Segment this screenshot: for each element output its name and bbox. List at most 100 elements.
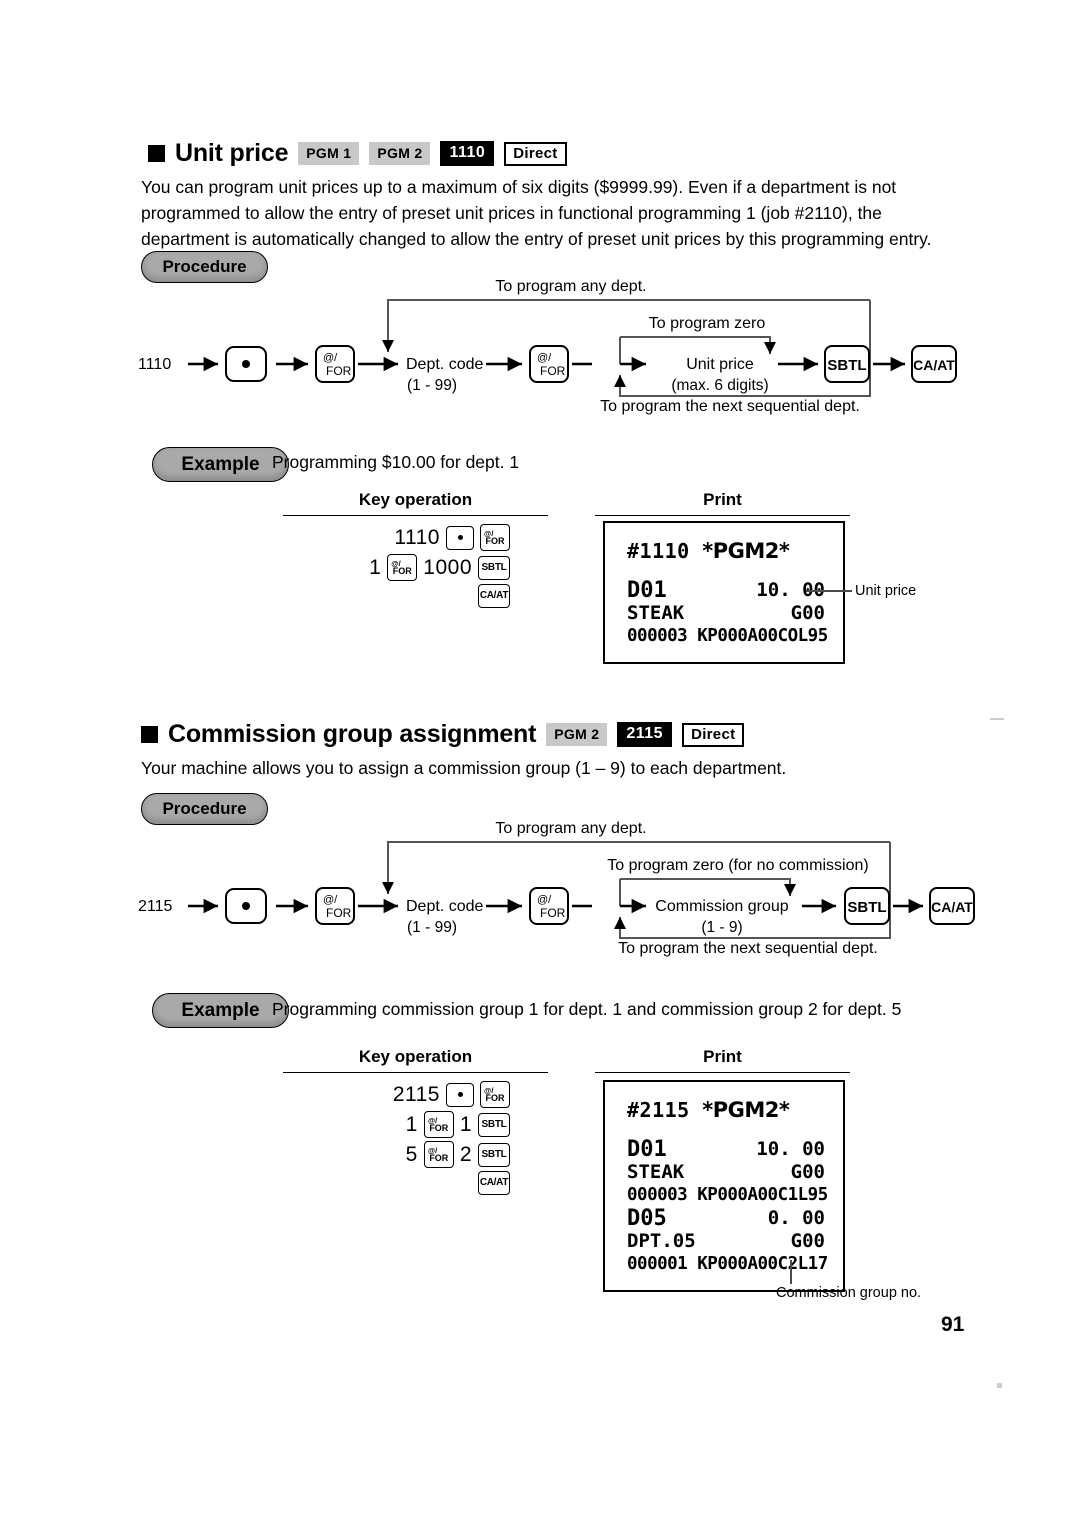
receipt-line: D01 10. 00 bbox=[627, 578, 825, 603]
for-key-icon: @/FOR bbox=[387, 554, 418, 581]
section-heading-commission: Commission group assignment PGM 2 2115 D… bbox=[141, 720, 745, 749]
receipt-print-2: #2115 *PGM2* D01 10. 00 STEAK G00 000003… bbox=[603, 1080, 845, 1292]
key-row: CA/AT bbox=[478, 584, 510, 608]
receipt-line: D05 0. 00 bbox=[627, 1206, 825, 1231]
scan-edge-mark bbox=[990, 718, 1004, 720]
receipt-line: 000003 KP000 A00 C1L95 bbox=[627, 1185, 828, 1205]
key-sequence-1: 1110 @/FOR 1 @/FOR 1000 SBTL CA/AT bbox=[330, 524, 510, 608]
receipt-line: STEAK G00 bbox=[627, 1161, 825, 1183]
flow-loop-mid-label-2: To program zero (for no commission) bbox=[607, 857, 868, 874]
page-title: Unit price bbox=[175, 139, 289, 167]
key-number: 1 bbox=[459, 1112, 472, 1136]
print-header-1: Print bbox=[595, 490, 850, 516]
section-body-commission: Your machine allows you to assign a comm… bbox=[141, 758, 787, 778]
key-row: 5 @/FOR 2 SBTL bbox=[406, 1141, 510, 1168]
manual-page: Unit price PGM 1 PGM 2 1110 Direct You c… bbox=[0, 0, 1080, 1528]
flow-key-caat-2: CA/AT bbox=[931, 899, 973, 915]
caat-key-icon: CA/AT bbox=[478, 584, 510, 608]
callout-leader-1 bbox=[806, 590, 852, 592]
callout-commission-group: Commission group no. bbox=[776, 1285, 922, 1301]
flow-key-sbtl-2: SBTL bbox=[847, 899, 886, 916]
flow-start-code-2: 2115 bbox=[138, 898, 173, 915]
print-header-2: Print bbox=[595, 1047, 850, 1073]
receipt-job-code: #1110 bbox=[627, 539, 690, 563]
key-row: 1110 @/FOR bbox=[394, 524, 510, 551]
key-row: CA/AT bbox=[478, 1171, 510, 1195]
callout-leader-2 bbox=[790, 1260, 792, 1284]
dot-key-icon bbox=[446, 525, 474, 550]
key-number: 2115 bbox=[392, 1082, 440, 1106]
key-row: 2115 @/FOR bbox=[393, 1081, 510, 1108]
svg-text:@/: @/ bbox=[537, 352, 552, 364]
receipt-title-2: #2115 *PGM2* bbox=[627, 1098, 825, 1122]
flow-key-sbtl-1: SBTL bbox=[827, 357, 866, 374]
flow-node-value-2: Commission group bbox=[655, 898, 788, 915]
receipt-line: 000003 KP000 A00 COL95 bbox=[627, 626, 828, 646]
key-number: 1 bbox=[405, 1112, 418, 1136]
key-operation-header-1: Key operation bbox=[283, 490, 548, 516]
svg-text:FOR: FOR bbox=[326, 364, 352, 378]
key-number: 2 bbox=[459, 1142, 472, 1166]
example-text-1: Programming $10.00 for dept. 1 bbox=[272, 452, 520, 472]
svg-text:@/: @/ bbox=[323, 894, 338, 906]
scan-edge-mark bbox=[997, 1383, 1002, 1388]
svg-text:FOR: FOR bbox=[540, 364, 566, 378]
example-text-2: Programming commission group 1 for dept.… bbox=[272, 999, 902, 1019]
callout-unit-price: Unit price bbox=[855, 583, 917, 599]
receipt-print-1: #1110 *PGM2* D01 10. 00 STEAK G00 000003… bbox=[603, 521, 845, 664]
receipt-mode: *PGM2* bbox=[702, 539, 790, 563]
receipt-line: DPT.05 G00 bbox=[627, 1230, 825, 1252]
bullet-square-icon bbox=[148, 145, 165, 162]
for-key-icon: @/FOR bbox=[423, 1141, 454, 1168]
procedure-flowchart-unit-price: To program any dept. To program zero To … bbox=[130, 278, 957, 415]
badge-pgm2: PGM 2 bbox=[369, 142, 431, 165]
sbtl-key-icon: SBTL bbox=[478, 1112, 510, 1137]
key-number: 5 bbox=[405, 1142, 418, 1166]
dot-key-icon bbox=[446, 1082, 474, 1107]
flow-node-value-note-2: (1 - 9) bbox=[701, 919, 742, 936]
key-row: 1 @/FOR 1000 SBTL bbox=[369, 554, 510, 581]
section-body-unit-price: You can program unit prices up to a maxi… bbox=[141, 177, 932, 249]
key-operation-header-2: Key operation bbox=[283, 1047, 548, 1073]
example-label-2: Example bbox=[152, 993, 289, 1028]
badge-job-code: 1110 bbox=[440, 141, 495, 166]
example-label-1: Example bbox=[152, 447, 289, 482]
for-key-icon: @/FOR bbox=[480, 1081, 510, 1108]
flow-loop-top-label-2: To program any dept. bbox=[495, 820, 646, 837]
flow-node-dept-2: Dept. code bbox=[406, 898, 483, 915]
flow-node-value-1: Unit price bbox=[686, 356, 754, 373]
flow-loop-mid-label-1: To program zero bbox=[649, 315, 766, 332]
flow-node-dept-range-2: (1 - 99) bbox=[407, 919, 457, 936]
badge-job-code: 2115 bbox=[617, 722, 673, 747]
receipt-line: 000001 KP000 A00 C2L17 bbox=[627, 1254, 828, 1274]
flow-loop-bottom-label-2: To program the next sequential dept. bbox=[618, 940, 878, 957]
receipt-line: D01 10. 00 bbox=[627, 1137, 825, 1162]
page-number: 91 bbox=[941, 1313, 965, 1336]
flow-key-caat-1: CA/AT bbox=[913, 357, 955, 373]
flow-loop-top-label-1: To program any dept. bbox=[495, 278, 646, 295]
key-sequence-2: 2115 @/FOR 1 @/FOR 1 SBTL 5 @/FOR 2 SBTL… bbox=[330, 1081, 510, 1195]
svg-text:FOR: FOR bbox=[326, 906, 352, 920]
flow-node-dept-1: Dept. code bbox=[406, 356, 483, 373]
svg-text:@/: @/ bbox=[323, 352, 338, 364]
procedure-flowchart-commission: To program any dept. To program zero (fo… bbox=[130, 820, 975, 957]
for-key-icon: @/FOR bbox=[423, 1111, 454, 1138]
badge-direct: Direct bbox=[504, 141, 567, 166]
badge-pgm2: PGM 2 bbox=[546, 723, 608, 746]
svg-text:FOR: FOR bbox=[540, 906, 566, 920]
section-heading-unit-price: Unit price PGM 1 PGM 2 1110 Direct bbox=[148, 139, 567, 168]
receipt-job-code: #2115 bbox=[627, 1098, 690, 1122]
badge-direct: Direct bbox=[682, 722, 745, 747]
receipt-mode: *PGM2* bbox=[702, 1098, 790, 1122]
key-row: 1 @/FOR 1 SBTL bbox=[406, 1111, 510, 1138]
sbtl-key-icon: SBTL bbox=[478, 1142, 510, 1167]
section-title-commission: Commission group assignment bbox=[168, 720, 537, 748]
sbtl-key-icon: SBTL bbox=[478, 555, 510, 580]
bullet-square-icon bbox=[141, 726, 158, 743]
flow-node-dept-range-1: (1 - 99) bbox=[407, 377, 457, 394]
receipt-line: STEAK G00 bbox=[627, 602, 825, 624]
flow-loop-bottom-label-1: To program the next sequential dept. bbox=[600, 398, 860, 415]
key-number: 1110 bbox=[394, 525, 440, 549]
badge-pgm1: PGM 1 bbox=[298, 142, 360, 165]
flow-start-code-1: 1110 bbox=[138, 356, 171, 373]
